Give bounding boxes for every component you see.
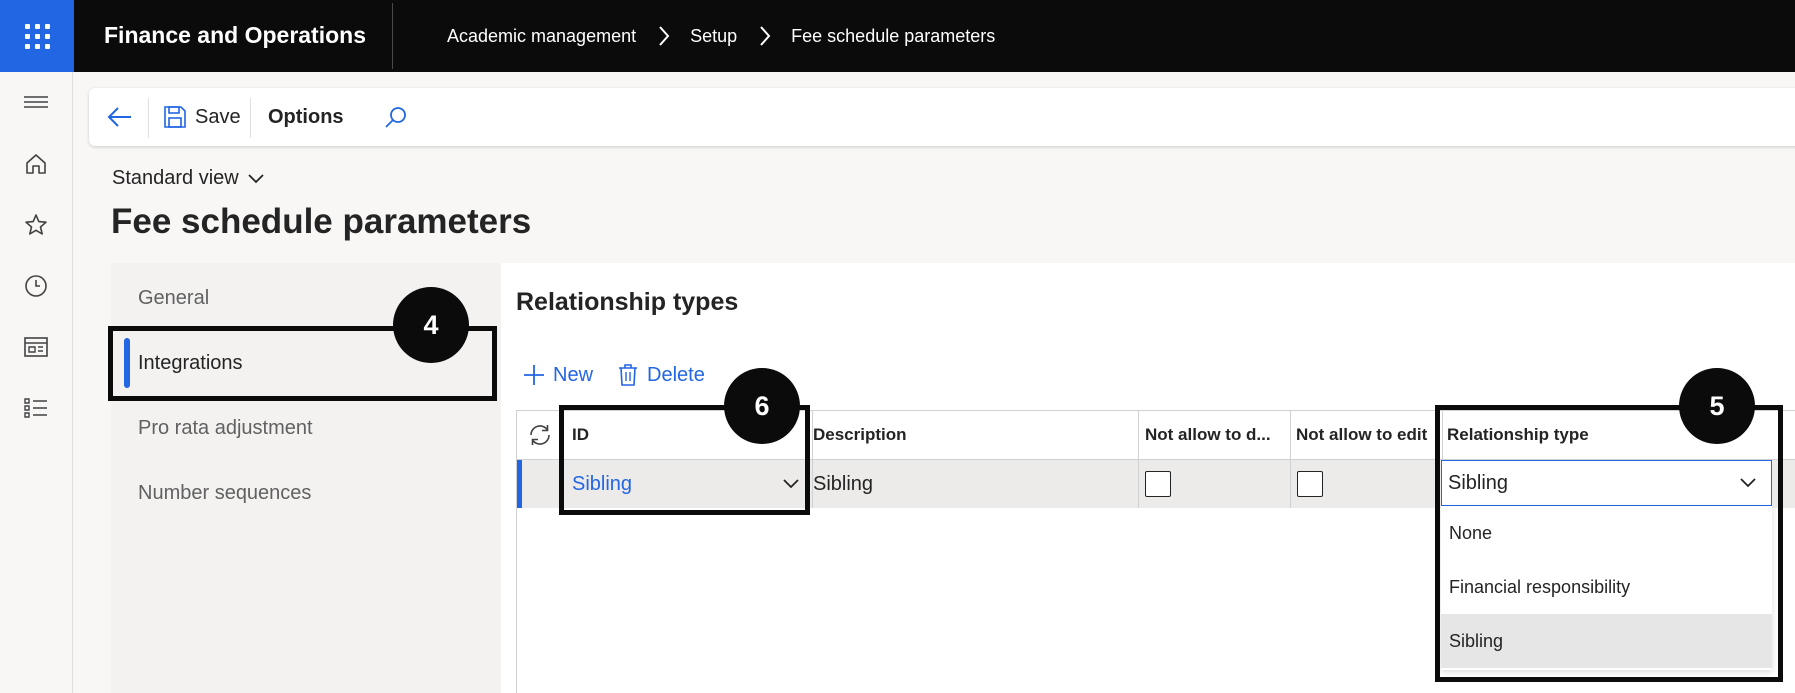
not-allow-edit-cell (1297, 460, 1442, 508)
app-title: Finance and Operations (104, 22, 366, 48)
action-pane: Save Options (89, 88, 1795, 146)
breadcrumb-item[interactable]: Fee schedule parameters (791, 26, 995, 47)
divider (148, 98, 149, 138)
workspace-icon[interactable] (22, 333, 50, 361)
back-button[interactable] (107, 88, 133, 146)
delete-label: Delete (647, 363, 705, 386)
column-header-not-allow-edit[interactable]: Not allow to edit (1296, 411, 1441, 459)
clock-icon[interactable] (22, 272, 50, 300)
active-tab-indicator (124, 338, 130, 388)
callout-badge: 5 (1679, 368, 1755, 444)
not-allow-delete-cell (1145, 460, 1290, 508)
chevron-down-icon (1740, 478, 1756, 488)
chevron-down-icon (248, 173, 264, 183)
trash-icon (619, 364, 637, 386)
navigation-rail (0, 72, 73, 693)
app-launcher-button[interactable] (0, 0, 74, 72)
breadcrumb: Academic management Setup Fee schedule p… (447, 0, 995, 72)
save-label: Save (195, 105, 241, 128)
cell-divider (561, 460, 562, 508)
relationship-type-dropdown-list: None Financial responsibility Sibling (1441, 506, 1772, 670)
dropdown-option-none[interactable]: None (1441, 506, 1772, 560)
delete-button[interactable]: Delete (618, 360, 705, 390)
search-icon (385, 107, 406, 128)
relationship-type-value: Sibling (1448, 471, 1509, 494)
row-selected-marker (517, 460, 522, 508)
plus-icon (524, 365, 544, 385)
back-arrow-icon (107, 107, 131, 127)
column-divider (561, 411, 562, 459)
chevron-right-icon (759, 25, 771, 47)
column-divider (1442, 411, 1443, 459)
column-divider (1138, 411, 1139, 459)
id-lookup-field[interactable]: Sibling (572, 460, 800, 508)
page-title: Fee schedule parameters (111, 202, 532, 241)
view-label: Standard view (112, 167, 239, 189)
divider (392, 3, 393, 69)
list-icon[interactable] (22, 394, 50, 422)
chevron-right-icon (658, 25, 670, 47)
search-button[interactable] (384, 88, 408, 146)
id-value: Sibling (572, 472, 633, 495)
new-label: New (553, 363, 594, 386)
view-selector[interactable]: Standard view (112, 167, 265, 190)
callout-badge: 4 (393, 287, 469, 363)
grid-header: ID Description Not allow to d... Not all… (517, 411, 1795, 460)
top-bar: Finance and Operations Academic manageme… (0, 0, 1795, 72)
chevron-down-icon (783, 479, 799, 489)
column-header-description[interactable]: Description (813, 411, 1073, 459)
dropdown-option-sibling[interactable]: Sibling (1441, 614, 1772, 668)
star-icon[interactable] (22, 211, 50, 239)
cell-divider (1290, 460, 1291, 508)
hamburger-icon[interactable] (22, 90, 50, 118)
cell-divider (1138, 460, 1139, 508)
save-icon (164, 106, 186, 128)
new-button[interactable]: New (523, 360, 593, 390)
callout-badge: 6 (724, 368, 800, 444)
divider (250, 98, 251, 138)
description-cell[interactable]: Sibling (813, 460, 1113, 508)
breadcrumb-item[interactable]: Academic management (447, 26, 636, 47)
tab-number-sequences[interactable]: Number sequences (138, 482, 311, 505)
refresh-icon[interactable] (525, 411, 555, 459)
options-label: Options (268, 105, 344, 128)
column-divider (1290, 411, 1291, 459)
relationship-type-select[interactable]: Sibling (1441, 460, 1772, 506)
not-allow-delete-checkbox[interactable] (1145, 471, 1171, 497)
tab-integrations[interactable]: Integrations (138, 352, 243, 375)
waffle-icon (24, 23, 50, 49)
section-title: Relationship types (516, 288, 739, 316)
breadcrumb-item[interactable]: Setup (690, 26, 737, 47)
not-allow-edit-checkbox[interactable] (1297, 471, 1323, 497)
column-header-not-allow-delete[interactable]: Not allow to d... (1145, 411, 1290, 459)
home-icon[interactable] (22, 150, 50, 178)
tab-pro-rata-adjustment[interactable]: Pro rata adjustment (138, 417, 313, 440)
tab-general[interactable]: General (138, 287, 209, 310)
save-button[interactable]: Save (163, 88, 241, 146)
dropdown-option-financial-responsibility[interactable]: Financial responsibility (1441, 560, 1772, 614)
options-button[interactable]: Options (268, 88, 344, 146)
